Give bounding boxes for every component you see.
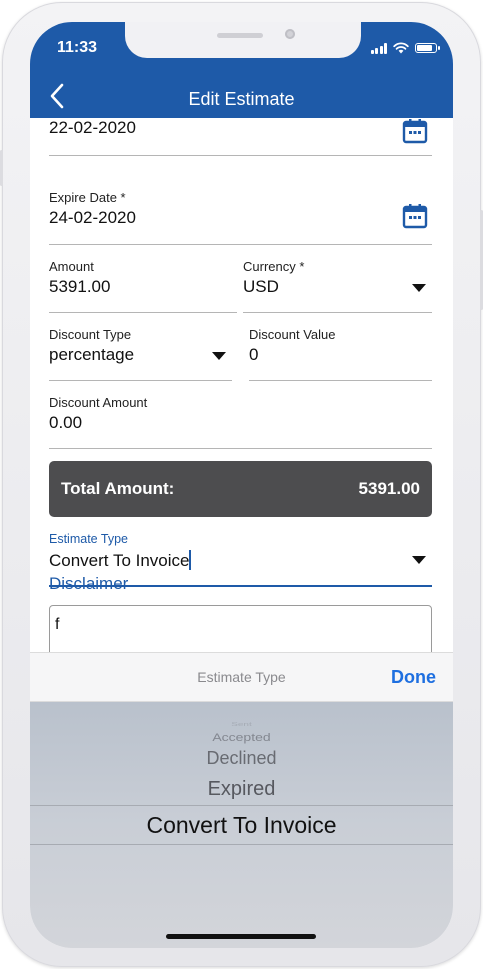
discount-type-select[interactable]: Discount Type percentage	[49, 312, 232, 381]
estimate-form: 22-02-2020 Expire Date * 24-02-2020 Amou…	[30, 118, 453, 652]
speaker-grille	[217, 33, 263, 38]
expire-date-label: Expire Date *	[49, 190, 126, 205]
status-time: 11:33	[57, 39, 98, 56]
picker-selection-line-bottom	[30, 844, 453, 845]
camera	[285, 29, 295, 39]
dropdown-arrow-icon	[412, 284, 426, 292]
amount-value: 5391.00	[49, 277, 111, 296]
discount-value-field[interactable]: Discount Value 0	[249, 312, 432, 381]
side-button-left	[0, 150, 3, 186]
picker-toolbar-title: Estimate Type	[197, 669, 286, 685]
picker-option[interactable]: Expired	[30, 778, 453, 801]
text-cursor	[189, 550, 191, 570]
calendar-icon[interactable]	[402, 203, 428, 229]
discount-type-label: Discount Type	[49, 327, 132, 342]
currency-label: Currency *	[243, 259, 305, 274]
total-amount-value: 5391.00	[358, 479, 420, 498]
disclaimer-text: f	[55, 616, 60, 633]
amount-label: Amount	[49, 259, 94, 274]
start-date-value: 22-02-2020	[49, 118, 136, 137]
expire-date-value: 24-02-2020	[49, 208, 136, 227]
page-title: Edit Estimate	[188, 89, 295, 109]
home-indicator	[166, 934, 316, 939]
phone-notch	[125, 22, 361, 58]
discount-type-value: percentage	[49, 345, 135, 364]
currency-value: USD	[243, 277, 279, 296]
disclaimer-textarea[interactable]: f	[49, 605, 432, 652]
start-date-field[interactable]: 22-02-2020	[49, 118, 432, 156]
discount-amount-field[interactable]: Discount Amount 0.00	[49, 380, 432, 449]
dropdown-arrow-icon	[212, 352, 226, 360]
picker-selected-option[interactable]: Convert To Invoice	[30, 812, 453, 839]
app-screen: 11:33 Edit Estimate 22-02-2020 Expire Da…	[30, 22, 453, 948]
picker-option[interactable]: Sent	[30, 721, 453, 727]
amount-field[interactable]: Amount 5391.00	[49, 244, 237, 313]
signal-icon	[370, 42, 387, 54]
dropdown-arrow-icon	[412, 556, 426, 564]
expire-date-field[interactable]: Expire Date * 24-02-2020	[49, 172, 432, 245]
total-amount-bar: Total Amount: 5391.00	[49, 461, 432, 517]
calendar-icon[interactable]	[402, 118, 428, 144]
estimate-type-picker[interactable]: Sent Accepted Declined Expired Convert T…	[30, 702, 453, 948]
wifi-icon	[393, 42, 409, 54]
disclaimer-label: Disclaimer	[49, 574, 129, 593]
picker-option[interactable]: Accepted	[30, 731, 453, 743]
battery-icon	[415, 43, 440, 53]
discount-amount-label: Discount Amount	[49, 395, 148, 410]
discount-amount-value: 0.00	[49, 413, 83, 432]
estimate-type-value: Convert To Invoice	[49, 550, 191, 570]
status-icons	[370, 41, 440, 55]
picker-toolbar: Estimate Type Done	[30, 652, 453, 702]
estimate-type-label: Estimate Type	[49, 532, 128, 546]
currency-select[interactable]: Currency * USD	[243, 244, 432, 313]
discount-value-value: 0	[249, 345, 259, 364]
discount-value-label: Discount Value	[249, 327, 336, 342]
picker-option[interactable]: Declined	[30, 748, 453, 769]
total-amount-label: Total Amount:	[61, 479, 175, 498]
picker-selection-line-top	[30, 805, 453, 806]
done-button[interactable]: Done	[391, 667, 436, 688]
